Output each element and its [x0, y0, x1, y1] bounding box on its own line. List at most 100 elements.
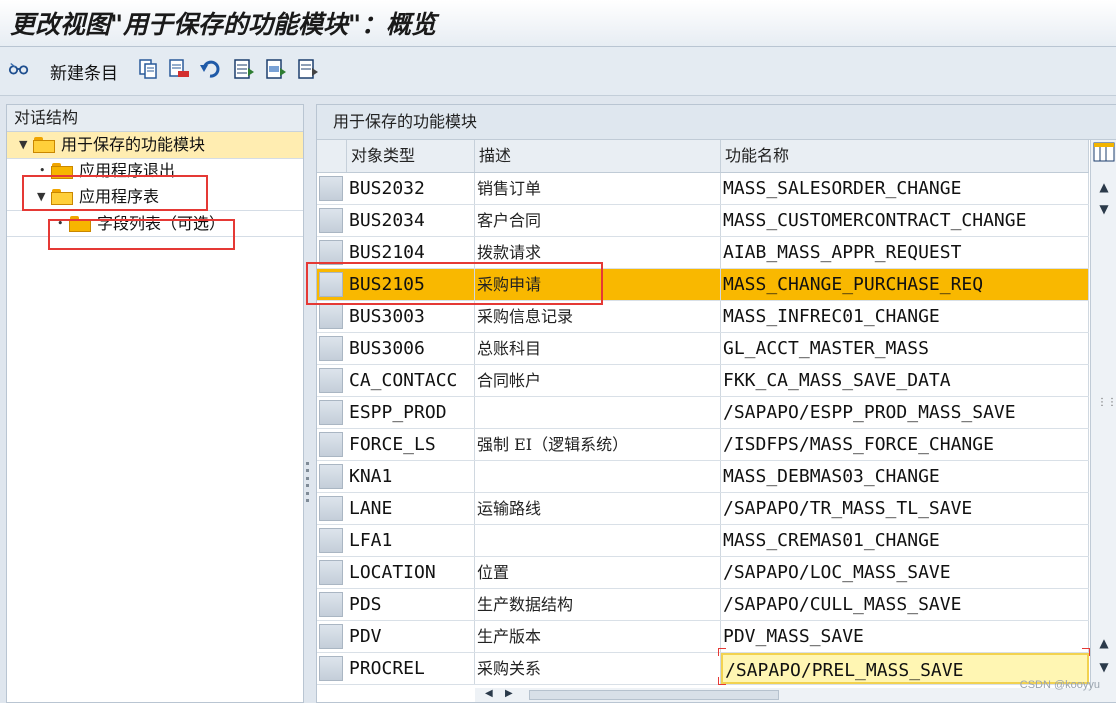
row-selector-button[interactable] — [319, 496, 343, 521]
cell-function-name[interactable]: /ISDFPS/MASS_FORCE_CHANGE — [721, 429, 1089, 460]
table-row[interactable]: PDV 生产版本 PDV_MASS_SAVE — [317, 621, 1089, 653]
row-selector-button[interactable] — [319, 368, 343, 393]
cell-object-type: BUS3006 — [347, 333, 475, 364]
row-selector-button[interactable] — [319, 432, 343, 457]
table-row[interactable]: BUS2034 客户合同 MASS_CUSTOMERCONTRACT_CHANGE — [317, 205, 1089, 237]
table-row[interactable]: CA_CONTACC 合同帐户 FKK_CA_MASS_SAVE_DATA — [317, 365, 1089, 397]
row-selector-button[interactable] — [319, 560, 343, 585]
glasses-icon[interactable] — [8, 57, 30, 81]
tree-node-application-exit[interactable]: • 应用程序退出 — [7, 158, 303, 184]
scroll-down-page-icon[interactable]: ▼ — [1095, 200, 1113, 218]
delete-icon[interactable] — [168, 57, 190, 81]
select-all-header[interactable] — [317, 140, 347, 172]
table-row[interactable]: LFA1 MASS_CREMAS01_CHANGE — [317, 525, 1089, 557]
folder-icon — [69, 216, 91, 232]
table-row[interactable]: PROCREL 采购关系/SAPAPO/PREL_MASS_SAVE — [317, 653, 1089, 685]
column-header-function-name[interactable]: 功能名称 — [721, 140, 1089, 172]
scroll-up-icon[interactable]: ▲ — [1095, 634, 1113, 652]
cell-object-type: LANE — [347, 493, 475, 524]
folder-open-icon — [51, 189, 73, 205]
tree-divider — [7, 236, 303, 237]
expand-arrow-icon[interactable]: ▼ — [19, 132, 27, 158]
cell-description — [475, 525, 721, 556]
cell-function-name[interactable]: MASS_CUSTOMERCONTRACT_CHANGE — [721, 205, 1089, 236]
horizontal-scrollbar[interactable]: ◀ ▶ — [475, 688, 1095, 702]
cell-function-name[interactable]: /SAPAPO/LOC_MASS_SAVE — [721, 557, 1089, 588]
copy-icon[interactable] — [137, 57, 159, 81]
table-row[interactable]: KNA1 MASS_DEBMAS03_CHANGE — [317, 461, 1089, 493]
scroll-thumb-handle[interactable]: ⋮⋮ — [1097, 396, 1116, 410]
cell-function-name[interactable]: MASS_CHANGE_PURCHASE_REQ — [721, 269, 1089, 300]
row-selector-button[interactable] — [319, 528, 343, 553]
table-row[interactable]: PDS 生产数据结构/SAPAPO/CULL_MASS_SAVE — [317, 589, 1089, 621]
dialog-structure-title: 对话结构 — [7, 105, 303, 132]
cell-function-name[interactable]: MASS_SALESORDER_CHANGE — [721, 173, 1089, 204]
table-row[interactable]: LOCATION 位置/SAPAPO/LOC_MASS_SAVE — [317, 557, 1089, 589]
cell-object-type: BUS3003 — [347, 301, 475, 332]
scroll-left-icon[interactable]: ◀ — [485, 688, 493, 699]
deselect-icon[interactable] — [297, 57, 319, 81]
horizontal-scroll-thumb[interactable] — [529, 690, 779, 700]
row-selector-button[interactable] — [319, 656, 343, 681]
row-selector-button[interactable] — [319, 400, 343, 425]
cell-function-name[interactable]: MASS_DEBMAS03_CHANGE — [721, 461, 1089, 492]
cell-description: 拨款请求 — [475, 237, 721, 268]
table-row[interactable]: FORCE_LS 强制 EI（逻辑系统）/ISDFPS/MASS_FORCE_CH… — [317, 429, 1089, 461]
cell-function-name[interactable]: /SAPAPO/CULL_MASS_SAVE — [721, 589, 1089, 620]
row-selector-button[interactable] — [319, 464, 343, 489]
table-row[interactable]: LANE 运输路线/SAPAPO/TR_MASS_TL_SAVE — [317, 493, 1089, 525]
cell-function-name[interactable]: PDV_MASS_SAVE — [721, 621, 1089, 652]
row-selector-button[interactable] — [319, 176, 343, 201]
cell-function-name[interactable]: FKK_CA_MASS_SAVE_DATA — [721, 365, 1089, 396]
column-header-object-type[interactable]: 对象类型 — [347, 140, 475, 172]
table-row[interactable]: BUS2104 拨款请求 AIAB_MASS_APPR_REQUEST — [317, 237, 1089, 269]
cell-object-type: CA_CONTACC — [347, 365, 475, 396]
cell-description: 采购信息记录 — [475, 301, 721, 332]
row-selector-button[interactable] — [319, 336, 343, 361]
tree-node-field-list[interactable]: • 字段列表（可选） — [7, 211, 303, 237]
cell-function-name[interactable]: MASS_INFREC01_CHANGE — [721, 301, 1089, 332]
cell-object-type: FORCE_LS — [347, 429, 475, 460]
column-header-description[interactable]: 描述 — [475, 140, 721, 172]
select-block-icon[interactable] — [265, 57, 287, 81]
row-selector-button[interactable] — [319, 240, 343, 265]
tree-node-label: 应用程序表 — [79, 187, 160, 206]
table-row[interactable]: BUS2105 采购申请 MASS_CHANGE_PURCHASE_REQ — [317, 269, 1089, 301]
cell-function-name[interactable]: GL_ACCT_MASTER_MASS — [721, 333, 1089, 364]
leaf-bullet-icon: • — [57, 217, 64, 230]
application-toolbar: 新建条目 — [0, 47, 1116, 96]
cell-object-type: BUS2104 — [347, 237, 475, 268]
row-selector-button[interactable] — [319, 208, 343, 233]
column-settings-icon[interactable] — [1093, 142, 1115, 162]
select-all-icon[interactable] — [233, 57, 255, 81]
tree-node-save-function-modules[interactable]: ▼ 用于保存的功能模块 — [7, 132, 303, 158]
undo-icon[interactable] — [199, 57, 221, 81]
cell-function-name[interactable]: AIAB_MASS_APPR_REQUEST — [721, 237, 1089, 268]
panel-splitter-handle[interactable] — [304, 462, 310, 502]
expand-arrow-icon[interactable]: ▼ — [37, 184, 45, 210]
scroll-right-icon[interactable]: ▶ — [505, 688, 513, 699]
table-row[interactable]: ESPP_PROD/SAPAPO/ESPP_PROD_MASS_SAVE — [317, 397, 1089, 429]
cell-description: 采购关系 — [475, 653, 721, 684]
table-row[interactable]: BUS3006 总账科目 GL_ACCT_MASTER_MASS — [317, 333, 1089, 365]
row-selector-button[interactable] — [319, 624, 343, 649]
cell-description: 客户合同 — [475, 205, 721, 236]
cell-function-name[interactable]: /SAPAPO/TR_MASS_TL_SAVE — [721, 493, 1089, 524]
cell-function-name[interactable]: /SAPAPO/ESPP_PROD_MASS_SAVE — [721, 397, 1089, 428]
row-selector-button[interactable] — [319, 304, 343, 329]
new-entries-button[interactable]: 新建条目 — [50, 59, 118, 84]
vertical-scrollbar[interactable]: ▲ ▼ ⋮⋮ ▲ ▼ — [1090, 140, 1116, 702]
cell-object-type: BUS2105 — [347, 269, 475, 300]
table-panel: 用于保存的功能模块 对象类型 描述 功能名称 BUS2032 销售订单 MASS_S… — [316, 104, 1116, 703]
table-row[interactable]: BUS2032 销售订单 MASS_SALESORDER_CHANGE — [317, 173, 1089, 205]
cell-description: 生产数据结构 — [475, 589, 721, 620]
cell-object-type: LFA1 — [347, 525, 475, 556]
table-row[interactable]: BUS3003 采购信息记录 MASS_INFREC01_CHANGE — [317, 301, 1089, 333]
row-selector-button[interactable] — [319, 592, 343, 617]
scroll-top-icon[interactable]: ▲ — [1095, 178, 1113, 196]
watermark: CSDN @kooyyu — [1019, 679, 1100, 691]
cell-function-name[interactable]: MASS_CREMAS01_CHANGE — [721, 525, 1089, 556]
scroll-bottom-icon[interactable]: ▼ — [1095, 658, 1113, 676]
tree-node-application-table[interactable]: ▼ 应用程序表 — [7, 184, 303, 210]
row-selector-button[interactable] — [319, 272, 343, 297]
